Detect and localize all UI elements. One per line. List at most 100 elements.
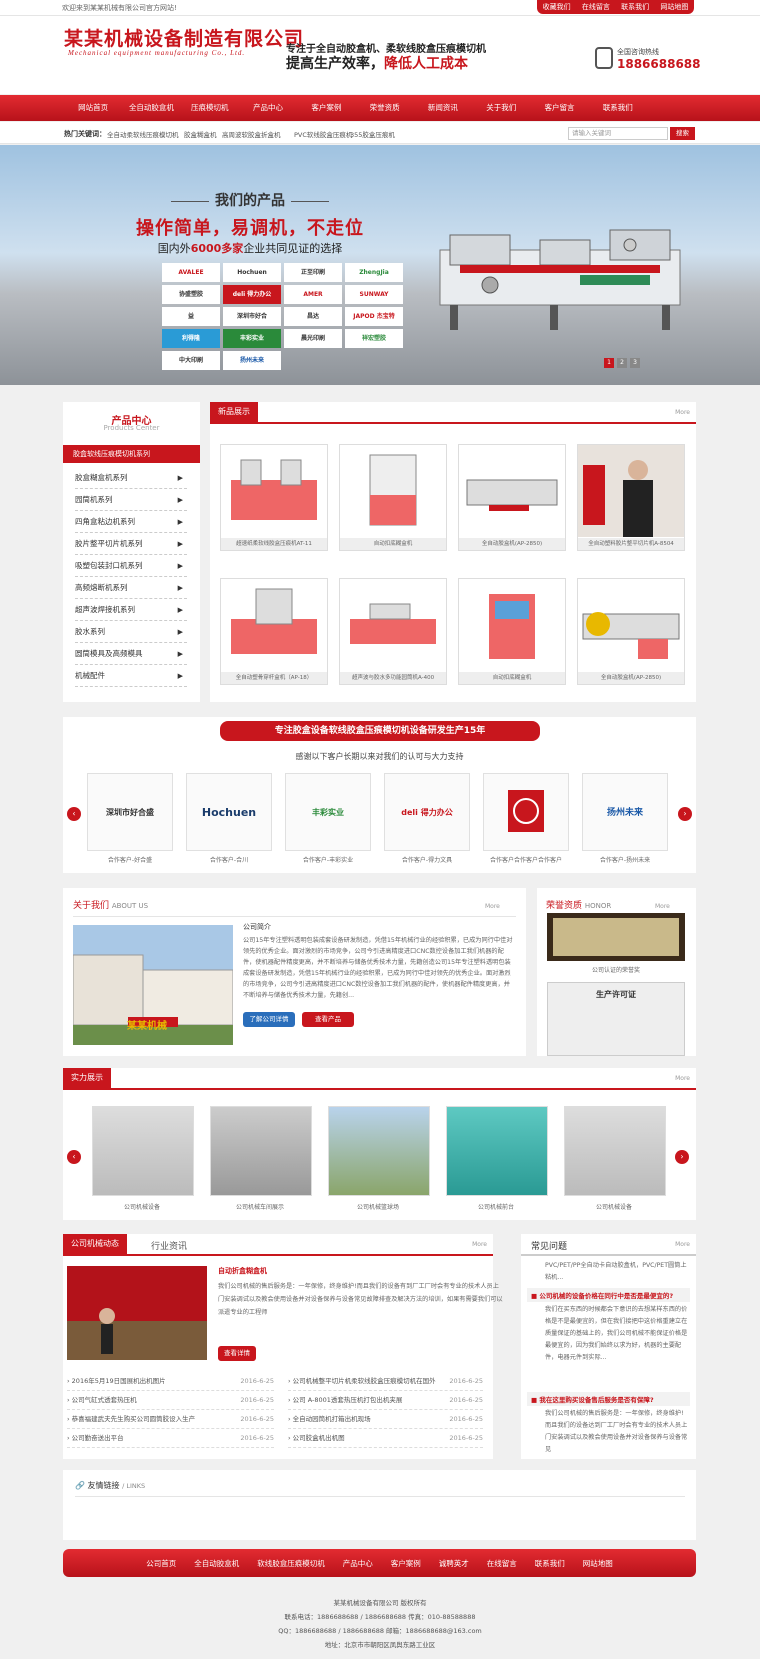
footer-nav-item[interactable]: 软线胶盒压痕模切机 [248,1558,334,1569]
strength-photo[interactable] [328,1106,430,1196]
sidebar-item[interactable]: 胶盒糊盒机系列 ▶ [75,467,187,489]
prev-arrow-icon[interactable]: ‹ [67,807,81,821]
sidebar-item[interactable]: 圆筒模具及高频模具 ▶ [75,643,187,665]
nav-item[interactable]: 网站首页 [64,95,122,121]
sidebar-item-active[interactable]: 胶盒软线压痕模切机系列 [63,445,200,463]
brand-logo: 中大印刷 [162,351,220,370]
next-arrow-icon[interactable]: › [675,1150,689,1164]
slide-dot[interactable]: 3 [630,358,640,368]
slide-dot[interactable]: 1 [604,358,614,368]
hot-keyword[interactable]: PVC软线胶盒压痕机 [294,129,352,139]
faq-question[interactable]: ■ 我在这里购买设备售后服务是否有保障? [527,1392,690,1406]
nav-item[interactable]: 关于我们 [472,95,530,121]
strength-photo[interactable] [564,1106,666,1196]
view-products-button[interactable]: 查看产品 [302,1012,354,1027]
footer-nav-item[interactable]: 联系我们 [526,1558,574,1569]
footer-nav-item[interactable]: 诚聘英才 [430,1558,478,1569]
news-list-item[interactable]: › 全自动园筒机打箱出机现场 2016-6-25 [288,1410,483,1429]
strength-photo[interactable] [210,1106,312,1196]
top-link-contact[interactable]: 联系我们 [621,2,649,12]
nav-item[interactable]: 联系我们 [589,95,647,121]
more-link[interactable]: More [485,903,500,910]
news-list-item[interactable]: › 2016年5月19日国展机出机图片 2016-6-25 [67,1372,274,1391]
next-arrow-icon[interactable]: › [678,807,692,821]
sidebar-item[interactable]: 四角盒粘边机系列 ▶ [75,511,187,533]
top-link-message[interactable]: 在线留言 [582,2,610,12]
nav-item[interactable]: 客户留言 [530,95,588,121]
top-link-sitemap[interactable]: 网站地图 [660,2,688,12]
sidebar-item[interactable]: 吸塑包装封口机系列 ▶ [75,555,187,577]
news-item-title: 公司勤奋送出平台 [71,1434,124,1442]
company-logo[interactable]: 某某机械设备制造有限公司 [64,24,304,51]
nav-item[interactable]: 新闻资讯 [414,95,472,121]
client-logo[interactable]: 深圳市好合盛 [87,773,173,851]
sidebar-item[interactable]: 机械配件 ▶ [75,665,187,687]
product-card[interactable]: 自动扣底糊盒机 [339,444,447,551]
tab-company-news[interactable]: 公司机械动态 [63,1234,127,1254]
strength-caption: 公司机械篮球场 [356,1204,399,1211]
faq-question[interactable]: ■ 公司机械的设备价格在同行中是否是最便宜的? [527,1288,690,1302]
hot-keyword[interactable]: 胶盒糊盒机 [184,129,217,139]
footer-nav-item[interactable]: 产品中心 [334,1558,382,1569]
strength-caption: 公司机械设备 [595,1204,632,1211]
news-list-item[interactable]: › 恭喜福建武夫先生购买公司圆筒胶设入生产 2016-6-25 [67,1410,274,1429]
search-button[interactable]: 搜索 [670,127,695,140]
client-logo[interactable]: Hochuen [186,773,272,851]
more-link[interactable]: More [655,903,670,910]
footer-nav-item[interactable]: 网站地图 [574,1558,622,1569]
news-item-date: 2016-6-25 [449,1396,483,1404]
hotline-number: 1886688688 [617,57,701,71]
more-link[interactable]: More [675,1241,690,1248]
strength-photo[interactable] [92,1106,194,1196]
news-list-item[interactable]: › 公司气缸式透套热压机 2016-6-25 [67,1391,274,1410]
product-card[interactable]: 自动扣底糊盒机 [458,578,566,685]
brand-logo: 丰彩实业 [223,329,281,348]
top-link-bookmark[interactable]: 收藏我们 [543,2,571,12]
product-card[interactable]: 全自动胶盒机(AP-2850) [458,444,566,551]
client-logo[interactable]: 扬州未来 [582,773,668,851]
footer-nav-item[interactable]: 客户案例 [382,1558,430,1569]
nav-item[interactable]: 客户案例 [297,95,355,121]
tab-industry-news[interactable]: 行业资讯 [151,1239,187,1252]
news-feature-title[interactable]: 自动折盒糊盒机 [218,1266,267,1276]
hot-keyword[interactable]: 高周波软胶盒折盒机 [222,129,281,139]
product-card[interactable]: 全自动塑骨穿杆盒机（AP-18） [220,578,328,685]
news-list-item[interactable]: › 公司机械整平切片机柔软线胶盒压痕模切机在国外 2016-6-25 [288,1372,483,1391]
sidebar-item[interactable]: 高频熔断机系列 ▶ [75,577,187,599]
news-list-item[interactable]: › 公司 A-8001透套热压机打包出机夹展 2016-6-25 [288,1391,483,1410]
chevron-right-icon: ▶ [177,496,183,504]
product-card[interactable]: 全自动胶盒机(AP-2850) [577,578,685,685]
sidebar-item[interactable]: 园筒机系列 ▶ [75,489,187,511]
search-input[interactable]: 请输入关键词 [568,127,668,140]
strength-photo[interactable] [446,1106,548,1196]
more-link[interactable]: More [472,1241,487,1248]
news-list-item[interactable]: › 公司勤奋送出平台 2016-6-25 [67,1429,274,1448]
nav-item[interactable]: 荣誉资质 [355,95,413,121]
sidebar-item[interactable]: 胶片整平切片机系列 ▶ [75,533,187,555]
product-card[interactable]: 全自动塑料胶片整平切片机A-8504 [577,444,685,551]
news-list-right: › 公司机械整平切片机柔软线胶盒压痕模切机在国外 2016-6-25 › 公司 A… [288,1372,483,1448]
sidebar-item[interactable]: 超声波焊接机系列 ▶ [75,599,187,621]
hot-keyword[interactable]: 全自动柔软线压痕模切机 [107,129,179,139]
product-card[interactable]: 超速纸柔软线胶盒压痕机AT-11 [220,444,328,551]
more-link[interactable]: More [675,1075,690,1082]
nav-item[interactable]: 全自动胶盒机 [122,95,180,121]
nav-item[interactable]: 压痕模切机 [181,95,239,121]
client-logo[interactable]: deli 得力办公 [384,773,470,851]
hot-keyword[interactable]: 355胶盒压痕机 [350,129,395,139]
sidebar-item[interactable]: 胶水系列 ▶ [75,621,187,643]
footer-nav-item[interactable]: 公司首页 [137,1558,185,1569]
slide-dot[interactable]: 2 [617,358,627,368]
more-link[interactable]: More [675,409,690,416]
client-logo[interactable]: 丰彩实业 [285,773,371,851]
nav-item[interactable]: 产品中心 [239,95,297,121]
footer-nav-item[interactable]: 在线留言 [478,1558,526,1569]
footer-nav-item[interactable]: 全自动胶盒机 [185,1558,248,1569]
news-detail-button[interactable]: 查看详情 [218,1346,256,1361]
prev-arrow-icon[interactable]: ‹ [67,1150,81,1164]
about-detail-button[interactable]: 了解公司详情 [243,1012,295,1027]
news-list-item[interactable]: › 公司胶盒机出机图 2016-6-25 [288,1429,483,1448]
machine-image [439,229,681,330]
product-card[interactable]: 超声波与胶水多功能园筒机A-400 [339,578,447,685]
client-logo[interactable] [483,773,569,851]
